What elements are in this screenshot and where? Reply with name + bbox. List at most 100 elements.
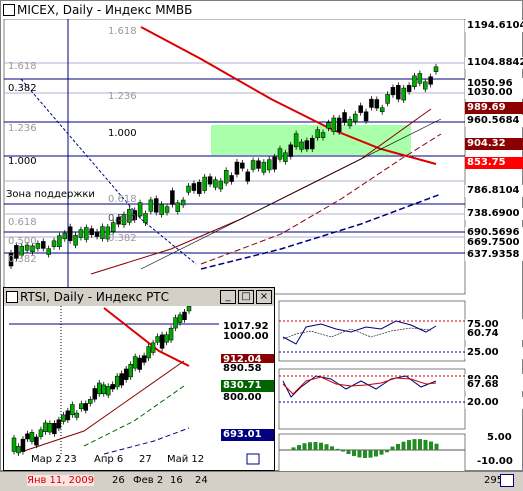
candle-body <box>363 111 369 122</box>
price-label: 669.7500 <box>465 237 523 249</box>
candle-body <box>146 346 151 359</box>
fib-label: 0.618 <box>8 217 37 228</box>
candle-body <box>105 386 111 396</box>
status-date-label: 16 <box>170 475 183 486</box>
chart-icon <box>3 4 15 16</box>
price-label: 786.8104 <box>465 185 523 197</box>
candle-body <box>97 382 102 395</box>
candle-body <box>293 133 299 148</box>
candle-body <box>141 355 147 363</box>
price-label: 890.58 <box>221 363 274 375</box>
candle-body <box>182 311 187 321</box>
candle-body <box>46 248 51 255</box>
candle-body <box>250 160 256 170</box>
rtsi-titlebar[interactable]: RTSI, Daily - Индекс РТС _ □ × <box>4 288 274 306</box>
histogram-bar <box>297 445 301 450</box>
candle-body <box>272 156 277 170</box>
candle-body <box>396 85 401 100</box>
candle-body <box>143 213 148 224</box>
candle-body <box>65 410 71 421</box>
price-label: 67.68 <box>465 379 523 391</box>
candle-body <box>128 363 133 378</box>
candle-body <box>261 161 267 173</box>
candle-body <box>304 140 310 150</box>
close-button[interactable]: × <box>256 290 272 304</box>
candle-body <box>88 399 93 404</box>
candle-body <box>11 437 17 452</box>
candle-body <box>168 327 174 341</box>
candle-body <box>137 202 143 217</box>
candle-body <box>51 240 57 247</box>
candle-body <box>47 423 53 433</box>
candle-body <box>62 232 68 240</box>
histogram-bar <box>434 443 439 450</box>
candle-body <box>16 446 21 454</box>
fib-label: 0.500 <box>8 236 37 247</box>
fib-label: 1.000 <box>8 156 37 167</box>
histogram-bar <box>423 439 428 450</box>
date-label: 27 <box>139 454 152 465</box>
micex-titlebar[interactable]: MICEX, Daily - Индекс ММВБ <box>1 1 522 19</box>
candle-body <box>38 429 44 437</box>
price-label: 830.71 <box>221 380 274 392</box>
price-label: 1104.8842 <box>465 57 523 69</box>
candle-body <box>299 141 304 150</box>
price-label: 637.9358 <box>465 249 523 261</box>
candle-body <box>101 384 106 394</box>
candle-body <box>197 182 202 194</box>
price-label: 20.00 <box>465 397 523 409</box>
price-label: 800.00 <box>221 392 274 404</box>
candle-body <box>347 119 353 127</box>
fib-label: 1.000 <box>108 128 137 139</box>
histogram-bar <box>429 441 433 450</box>
candle-body <box>154 198 159 213</box>
candle-body <box>336 117 342 133</box>
histogram-bar <box>401 441 406 450</box>
candle-body <box>223 170 229 184</box>
bottom-date-bar: Янв 11, 2009 26 Фев 2 16 24 295 <box>0 471 523 491</box>
price-label: 904.32 <box>465 138 523 150</box>
candle-body <box>256 160 261 169</box>
candle-body <box>406 85 412 92</box>
candle-body <box>52 423 57 435</box>
candle-body <box>428 76 433 85</box>
candle-body <box>150 342 156 353</box>
candle-body <box>148 199 154 212</box>
candle-body <box>277 148 283 160</box>
price-label: 1030.00 <box>465 87 523 99</box>
candle-body <box>207 176 213 185</box>
histogram-bar <box>352 450 356 457</box>
price-label: 853.75 <box>465 157 523 169</box>
status-date-label: Янв 11, 2009 <box>27 475 95 486</box>
candle-body <box>89 228 94 236</box>
candle-body <box>326 122 331 129</box>
candle-body <box>92 388 98 400</box>
candle-body <box>159 203 164 215</box>
price-label: 693.01 <box>221 429 274 441</box>
histogram-bar <box>379 450 384 455</box>
candle-body <box>175 202 181 212</box>
candle-body <box>218 180 224 190</box>
candle-body <box>401 87 406 101</box>
histogram-bar <box>346 450 351 455</box>
osc-axis-label: -10.00 <box>477 456 513 467</box>
candle-body <box>315 129 320 139</box>
status-date-label: 26 <box>112 475 125 486</box>
candle-body <box>79 403 84 410</box>
candle-body <box>100 226 105 239</box>
price-label: 25.00 <box>465 347 523 359</box>
fib-label: 1.236 <box>108 91 137 102</box>
candle-body <box>20 438 26 452</box>
status-date-label: Фев 2 <box>133 475 164 486</box>
minimize-button[interactable]: _ <box>220 290 236 304</box>
date-label: Мар 2 <box>31 454 62 465</box>
candle-body <box>229 175 234 182</box>
histogram-bar <box>319 442 323 450</box>
candle-body <box>202 176 207 191</box>
candle-body <box>180 199 186 206</box>
candle-body <box>61 414 66 422</box>
candle-body <box>283 152 288 162</box>
candle-body <box>164 334 169 343</box>
maximize-button[interactable]: □ <box>238 290 254 304</box>
scroll-box-icon[interactable] <box>500 474 514 487</box>
